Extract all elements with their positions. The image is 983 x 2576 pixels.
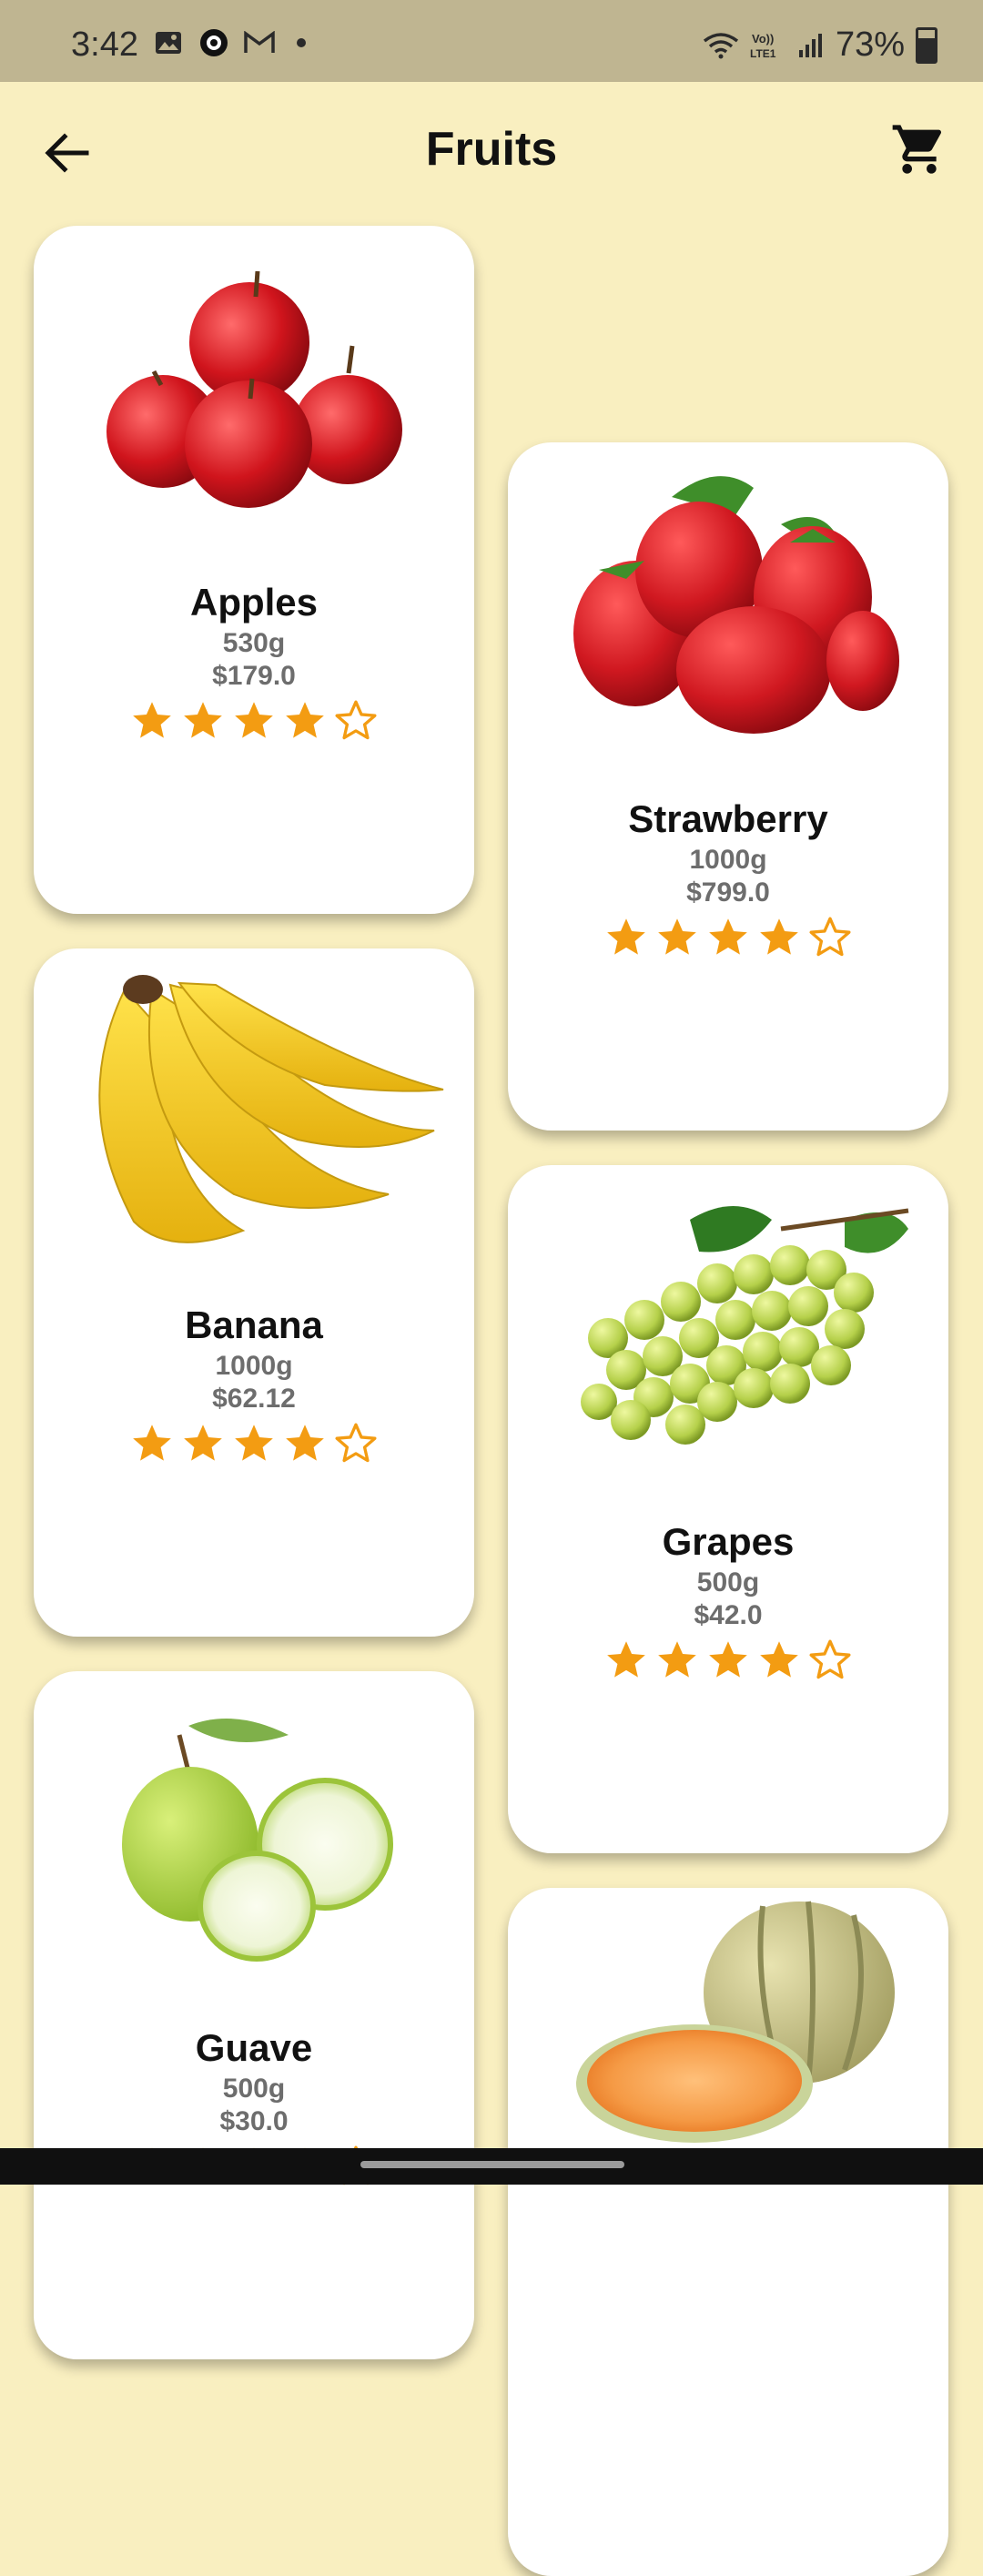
svg-text:LTE1: LTE1	[750, 47, 776, 60]
apples-image	[106, 270, 402, 508]
bananas-image	[98, 975, 444, 1243]
star-filled-icon	[286, 1425, 324, 1461]
product-weight: 500g	[696, 1567, 760, 1597]
guavas-image	[122, 1719, 393, 1962]
product-card[interactable]: Strawberry 1000g $799.0	[508, 442, 948, 1131]
product-card[interactable]: Grapes 500g $42.0	[508, 1165, 948, 1853]
product-price: $42.0	[694, 1600, 763, 1630]
star-filled-icon	[235, 1425, 273, 1461]
product-weight: 1000g	[215, 1351, 293, 1381]
star-filled-icon	[184, 1425, 222, 1461]
product-name: Strawberry	[628, 797, 828, 840]
battery-icon	[916, 26, 937, 64]
page-title: Fruits	[425, 123, 558, 176]
status-bar: 3:42 Vo)) LTE1 73%	[0, 0, 983, 82]
star-filled-icon	[658, 918, 696, 955]
rating-stars	[34, 697, 474, 747]
star-filled-icon	[184, 702, 222, 738]
more-notifications-dot	[297, 38, 306, 47]
star-filled-icon	[709, 918, 747, 955]
product-name: Grapes	[662, 1520, 795, 1563]
status-time: 3:42	[71, 25, 138, 64]
product-price: $62.12	[212, 1384, 296, 1414]
product-card[interactable]: Guave 500g $30.0	[34, 1671, 474, 2359]
star-filled-icon	[286, 702, 324, 738]
rating-stars	[508, 1637, 948, 1687]
app-icon	[198, 29, 229, 56]
product-weight: 500g	[222, 2074, 286, 2104]
rating-stars	[34, 1420, 474, 1470]
product-name: Guave	[195, 2026, 313, 2069]
app-bar: Fruits	[0, 82, 983, 218]
product-card[interactable]: Apples 530g $179.0	[34, 226, 474, 914]
star-outline-icon	[335, 1423, 377, 1463]
product-card[interactable]: Banana 1000g $62.12	[34, 948, 474, 1637]
wifi-icon	[703, 32, 739, 58]
cart-button[interactable]	[890, 120, 948, 178]
star-filled-icon	[607, 918, 645, 955]
battery-percent: 73%	[835, 25, 905, 64]
system-navigation-bar	[0, 2148, 983, 2185]
notification-icons	[153, 29, 306, 56]
status-right: Vo)) LTE1 73%	[703, 25, 937, 65]
volte-icon: Vo))LTE1	[750, 32, 776, 60]
star-outline-icon	[809, 917, 851, 957]
star-filled-icon	[133, 1425, 171, 1461]
star-filled-icon	[658, 1641, 696, 1678]
svg-text:Vo)): Vo))	[752, 32, 774, 46]
star-filled-icon	[760, 918, 798, 955]
image-icon	[153, 29, 184, 56]
home-gesture-handle[interactable]	[360, 2161, 624, 2168]
product-price: $179.0	[212, 661, 296, 691]
rating-stars	[508, 914, 948, 964]
product-name: Banana	[185, 1303, 323, 1346]
product-price: $30.0	[219, 2106, 289, 2136]
star-filled-icon	[133, 702, 171, 738]
grapes-image	[581, 1206, 909, 1445]
star-filled-icon	[709, 1641, 747, 1678]
shopping-cart-icon	[892, 125, 942, 174]
product-weight: 1000g	[689, 845, 767, 875]
gmail-icon	[244, 29, 275, 56]
product-name: Apples	[189, 581, 319, 624]
product-weight: 530g	[222, 628, 286, 658]
product-price: $799.0	[686, 877, 770, 908]
star-outline-icon	[335, 700, 377, 740]
strawberries-image	[573, 476, 899, 734]
product-card[interactable]	[508, 1888, 948, 2576]
star-filled-icon	[607, 1641, 645, 1678]
star-filled-icon	[760, 1641, 798, 1678]
star-outline-icon	[809, 1639, 851, 1679]
signal-icon	[798, 33, 822, 57]
star-filled-icon	[235, 702, 273, 738]
